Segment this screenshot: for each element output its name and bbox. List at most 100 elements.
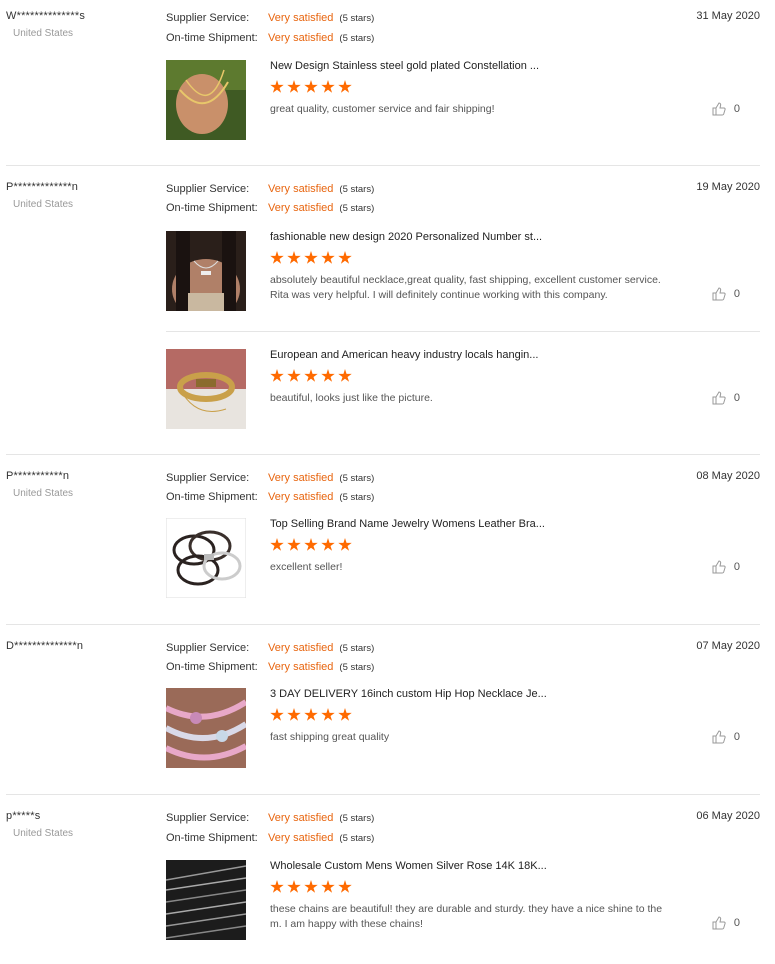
thumbs-up-icon <box>712 730 726 744</box>
like-count: 0 <box>733 917 740 929</box>
like-button[interactable]: 0 <box>712 560 740 574</box>
product-title-link[interactable]: Wholesale Custom Mens Women Silver Rose … <box>270 860 547 872</box>
star-icon <box>321 369 335 382</box>
star-icon <box>270 251 284 264</box>
like-button[interactable]: 0 <box>712 391 740 405</box>
reviewer-name: D**************n <box>6 640 84 652</box>
star-icon <box>304 369 318 382</box>
star-icon <box>321 708 335 721</box>
gold-bangle-image[interactable] <box>166 349 246 429</box>
star-icon <box>287 708 301 721</box>
star-icon <box>270 538 284 551</box>
review-card: P***********n United States 08 May 2020 … <box>6 470 760 620</box>
supplier-service-rating: Supplier Service: Very satisfied (5 stars) <box>166 642 375 654</box>
divider <box>6 794 760 795</box>
reviewer-country: United States <box>13 488 74 499</box>
like-count: 0 <box>733 103 740 115</box>
star-icon <box>321 251 335 264</box>
review-card: W**************s United States 31 May 20… <box>6 10 760 160</box>
star-icon <box>338 538 352 551</box>
star-rating <box>270 80 352 94</box>
review-date: 07 May 2020 <box>696 640 760 652</box>
star-icon <box>270 369 284 382</box>
star-icon <box>321 80 335 93</box>
star-icon <box>287 369 301 382</box>
supplier-service-rating: Supplier Service: Very satisfied (5 stars) <box>166 472 375 484</box>
reviewer-country: United States <box>13 199 74 210</box>
star-icon <box>270 80 284 93</box>
star-rating <box>270 708 352 722</box>
leather-bracelets-image[interactable] <box>166 518 246 598</box>
review-item: European and American heavy industry loc… <box>166 349 760 431</box>
star-icon <box>304 708 318 721</box>
thumbs-up-icon <box>712 287 726 301</box>
star-icon <box>287 880 301 893</box>
shipment-rating: On-time Shipment: Very satisfied (5 stars) <box>166 202 375 214</box>
star-icon <box>304 538 318 551</box>
star-rating <box>270 369 352 383</box>
thumbs-up-icon <box>712 391 726 405</box>
star-icon <box>270 708 284 721</box>
star-icon <box>287 80 301 93</box>
review-comment: great quality, customer service and fair… <box>270 103 495 115</box>
like-button[interactable]: 0 <box>712 730 740 744</box>
star-icon <box>304 80 318 93</box>
review-card: D**************n 07 May 2020 Supplier Se… <box>6 640 760 790</box>
like-count: 0 <box>733 561 740 573</box>
silver-chains-image[interactable] <box>166 860 246 940</box>
thumbs-up-icon <box>712 560 726 574</box>
like-button[interactable]: 0 <box>712 102 740 116</box>
star-icon <box>270 880 284 893</box>
review-comment: excellent seller! <box>270 561 343 573</box>
review-comment: absolutely beautiful necklace,great qual… <box>270 274 661 301</box>
star-icon <box>338 369 352 382</box>
supplier-service-rating: Supplier Service: Very satisfied (5 stars) <box>166 812 375 824</box>
review-item: 3 DAY DELIVERY 16inch custom Hip Hop Nec… <box>166 688 760 770</box>
number-necklace-image[interactable] <box>166 231 246 311</box>
gold-necklace-hand-image[interactable] <box>166 60 246 140</box>
product-title-link[interactable]: 3 DAY DELIVERY 16inch custom Hip Hop Nec… <box>270 688 547 700</box>
supplier-service-rating: Supplier Service: Very satisfied (5 stars) <box>166 12 375 24</box>
product-title-link[interactable]: New Design Stainless steel gold plated C… <box>270 60 539 72</box>
shipment-rating: On-time Shipment: Very satisfied (5 stars) <box>166 661 375 673</box>
star-rating <box>270 880 352 894</box>
star-icon <box>338 251 352 264</box>
review-comment: beautiful, looks just like the picture. <box>270 392 433 404</box>
shipment-rating: On-time Shipment: Very satisfied (5 stars) <box>166 832 375 844</box>
star-icon <box>338 880 352 893</box>
product-title-link[interactable]: European and American heavy industry loc… <box>270 349 538 361</box>
reviewer-name: P*************n <box>6 181 79 193</box>
review-item: New Design Stainless steel gold plated C… <box>166 60 760 142</box>
review-card: p*****s United States 06 May 2020 Suppli… <box>6 810 760 960</box>
review-item: fashionable new design 2020 Personalized… <box>166 231 760 313</box>
reviewer-country: United States <box>13 828 74 839</box>
divider <box>6 454 760 455</box>
product-title-link[interactable]: Top Selling Brand Name Jewelry Womens Le… <box>270 518 545 530</box>
reviewer-country: United States <box>13 28 74 39</box>
star-rating <box>270 251 352 265</box>
reviewer-name: P***********n <box>6 470 70 482</box>
star-icon <box>304 251 318 264</box>
star-icon <box>338 80 352 93</box>
star-rating <box>270 538 352 552</box>
butterfly-chain-image[interactable] <box>166 688 246 768</box>
like-button[interactable]: 0 <box>712 916 740 930</box>
shipment-rating: On-time Shipment: Very satisfied (5 stars) <box>166 32 375 44</box>
review-date: 08 May 2020 <box>696 470 760 482</box>
star-icon <box>304 880 318 893</box>
divider <box>6 624 760 625</box>
reviewer-name: p*****s <box>6 810 41 822</box>
like-button[interactable]: 0 <box>712 287 740 301</box>
thumbs-up-icon <box>712 916 726 930</box>
review-date: 06 May 2020 <box>696 810 760 822</box>
reviewer-name: W**************s <box>6 10 86 22</box>
review-comment: fast shipping great quality <box>270 731 390 743</box>
star-icon <box>338 708 352 721</box>
review-comment: these chains are beautiful! they are dur… <box>270 903 663 930</box>
like-count: 0 <box>733 288 740 300</box>
divider <box>6 165 760 166</box>
star-icon <box>321 880 335 893</box>
star-icon <box>287 538 301 551</box>
product-title-link[interactable]: fashionable new design 2020 Personalized… <box>270 231 542 243</box>
like-count: 0 <box>733 731 740 743</box>
